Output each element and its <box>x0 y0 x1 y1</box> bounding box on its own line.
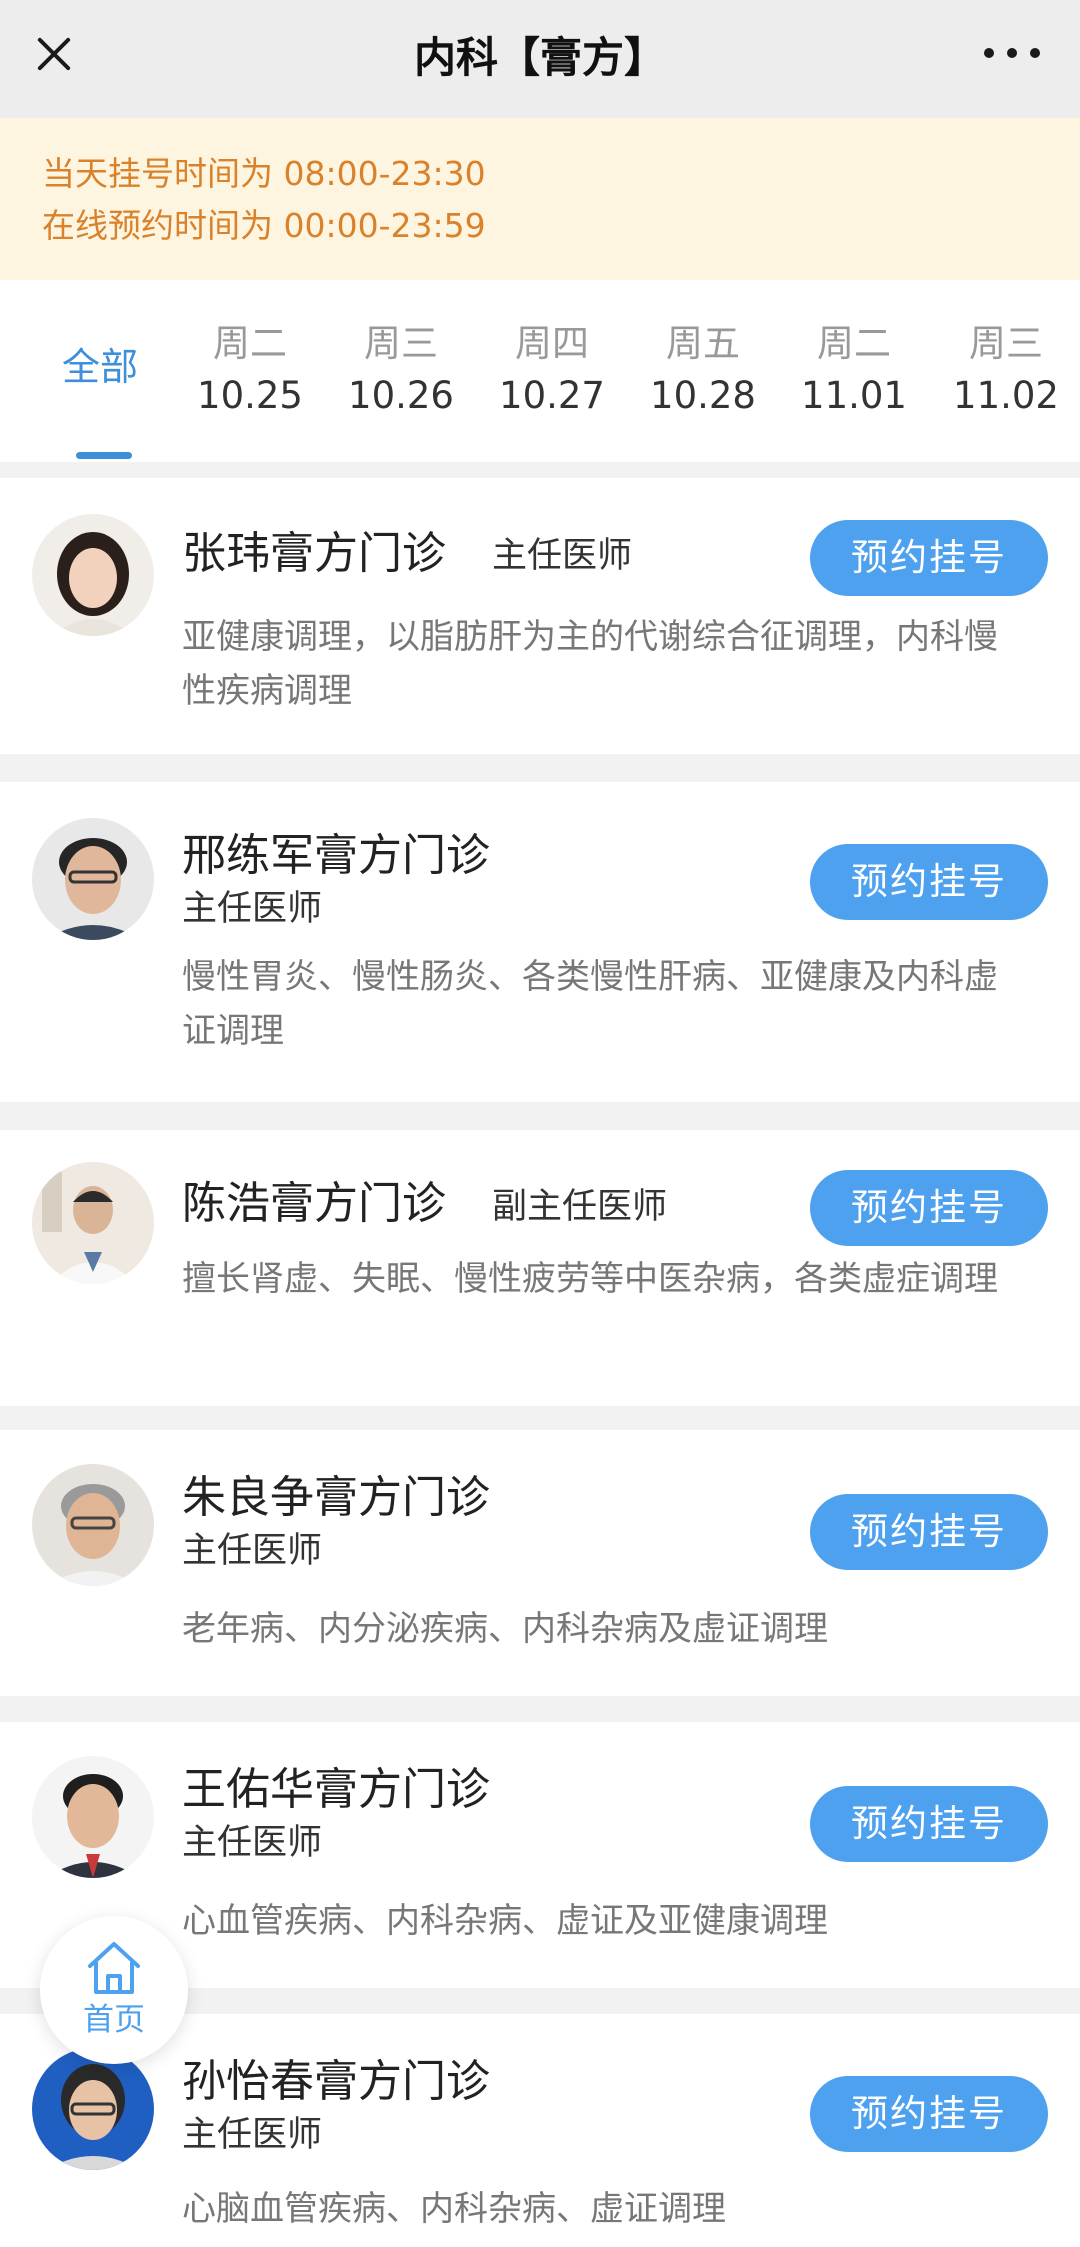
date-tab[interactable]: 周三 11.02 <box>946 280 1066 462</box>
notice-line-online: 在线预约时间为 00:00-23:59 <box>42 206 486 245</box>
date-tab-date: 10.27 <box>499 374 605 417</box>
home-button[interactable]: 首页 <box>40 1916 188 2064</box>
home-button-label: 首页 <box>83 2002 145 2038</box>
date-tab-weekday: 周三 <box>969 322 1043 365</box>
doctor-title: 主任医师 <box>492 536 633 576</box>
date-tab-date: 10.28 <box>650 374 756 417</box>
active-tab-indicator <box>76 452 132 459</box>
booking-time-notice: 当天挂号时间为 08:00-23:30 在线预约时间为 00:00-23:59 <box>0 118 1080 280</box>
doctor-title: 副主任医师 <box>492 1187 668 1227</box>
doctor-card[interactable]: 陈浩膏方门诊 副主任医师 预约挂号 擅长肾虚、失眠、慢性疲劳等中医杂病，各类虚症… <box>0 1130 1080 1406</box>
doctor-title: 主任医师 <box>182 1531 323 1571</box>
doctor-specialty: 心血管疾病、内科杂病、虚证及亚健康调理 <box>182 1901 828 1941</box>
doctor-card[interactable]: 邢练军膏方门诊 主任医师 预约挂号 慢性胃炎、慢性肠炎、各类慢性肝病、亚健康及内… <box>0 782 1080 1102</box>
doctor-avatar <box>32 514 154 636</box>
date-tab[interactable]: 周二 11.01 <box>794 280 914 462</box>
date-tab-date: 10.26 <box>348 374 454 417</box>
book-button[interactable]: 预约挂号 <box>810 1170 1048 1246</box>
date-tab-weekday: 周二 <box>817 322 891 365</box>
date-tab-date: 10.25 <box>197 374 303 417</box>
date-tab-date: 11.02 <box>953 374 1059 417</box>
date-tab-weekday: 周五 <box>666 322 740 365</box>
doctor-card[interactable]: 张玮膏方门诊 主任医师 预约挂号 亚健康调理，以脂肪肝为主的代谢综合征调理，内科… <box>0 478 1080 754</box>
doctor-specialty: 心脑血管疾病、内科杂病、虚证调理 <box>182 2189 726 2229</box>
doctor-avatar <box>32 2048 154 2170</box>
date-tab[interactable]: 周三 10.26 <box>341 280 461 462</box>
page-title: 内科【膏方】 <box>413 33 666 82</box>
date-tab[interactable]: 周五 10.28 <box>643 280 763 462</box>
doctor-name: 张玮膏方门诊 <box>182 528 446 579</box>
doctor-specialty: 擅长肾虚、失眠、慢性疲劳等中医杂病，各类虚症调理 <box>182 1259 998 1299</box>
doctor-name: 孙怡春膏方门诊 <box>182 2056 490 2107</box>
book-button[interactable]: 预约挂号 <box>810 844 1048 920</box>
doctor-avatar <box>32 1162 154 1284</box>
home-icon <box>88 1942 140 1994</box>
doctor-avatar <box>32 1756 154 1878</box>
doctor-avatar <box>32 818 154 940</box>
date-tab[interactable]: 周二 10.25 <box>190 280 310 462</box>
tab-all-label: 全部 <box>61 345 138 389</box>
doctor-card[interactable]: 朱良争膏方门诊 主任医师 预约挂号 老年病、内分泌疾病、内科杂病及虚证调理 <box>0 1430 1080 1696</box>
date-tab-weekday: 周四 <box>515 322 589 365</box>
book-button[interactable]: 预约挂号 <box>810 1494 1048 1570</box>
doctor-title: 主任医师 <box>182 889 323 929</box>
book-button[interactable]: 预约挂号 <box>810 1786 1048 1862</box>
doctor-name: 邢练军膏方门诊 <box>182 830 490 881</box>
doctor-name: 王佑华膏方门诊 <box>182 1764 490 1815</box>
more-icon[interactable] <box>984 48 1040 60</box>
doctor-specialty: 老年病、内分泌疾病、内科杂病及虚证调理 <box>182 1609 828 1649</box>
top-bar: 内科【膏方】 <box>0 0 1080 118</box>
doctor-name: 朱良争膏方门诊 <box>182 1472 490 1523</box>
tab-all[interactable]: 全部 <box>40 280 160 462</box>
doctor-name: 陈浩膏方门诊 <box>182 1178 446 1229</box>
date-tab-bar: 全部 周二 10.25 周三 10.26 周四 10.27 周五 10.28 周… <box>0 280 1080 462</box>
date-tab-weekday: 周二 <box>213 322 287 365</box>
date-tab[interactable]: 周四 10.27 <box>492 280 612 462</box>
notice-line-same-day: 当天挂号时间为 08:00-23:30 <box>42 154 486 193</box>
doctor-avatar <box>32 1464 154 1586</box>
doctor-specialty: 慢性胃炎、慢性肠炎、各类慢性肝病、亚健康及内科虚证调理 <box>182 957 998 1051</box>
doctor-specialty: 亚健康调理，以脂肪肝为主的代谢综合征调理，内科慢性疾病调理 <box>182 617 998 711</box>
book-button[interactable]: 预约挂号 <box>810 2076 1048 2152</box>
date-tab-date: 11.01 <box>801 374 907 417</box>
date-tab-weekday: 周三 <box>364 322 438 365</box>
doctor-title: 主任医师 <box>182 2115 323 2155</box>
doctor-card[interactable]: 孙怡春膏方门诊 主任医师 预约挂号 心脑血管疾病、内科杂病、虚证调理 <box>0 2014 1080 2247</box>
doctor-title: 主任医师 <box>182 1823 323 1863</box>
book-button[interactable]: 预约挂号 <box>810 520 1048 596</box>
